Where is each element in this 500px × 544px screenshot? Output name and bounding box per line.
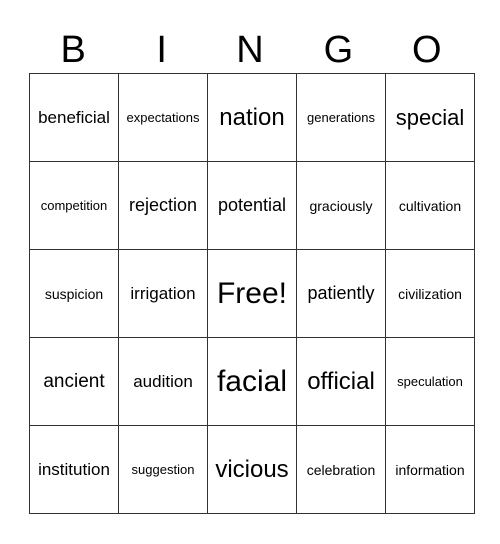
bingo-cell[interactable]: rejection (118, 161, 208, 250)
bingo-cell[interactable]: cultivation (385, 161, 475, 250)
bingo-cell[interactable]: vicious (207, 425, 297, 514)
bingo-cell[interactable]: institution (29, 425, 119, 514)
header-letter-g: G (323, 29, 354, 71)
header-letter-i: I (156, 29, 167, 71)
bingo-cell[interactable]: suspicion (29, 249, 119, 338)
header-letter-o: O (412, 29, 442, 71)
bingo-cell[interactable]: irrigation (118, 249, 208, 338)
bingo-cell[interactable]: suggestion (118, 425, 208, 514)
board-row: institution suggestion vicious celebrati… (29, 425, 475, 514)
bingo-cell[interactable]: civilization (385, 249, 475, 338)
bingo-cell[interactable]: official (296, 337, 386, 426)
header-letter-n: N (236, 29, 264, 71)
board-row: suspicion irrigation Free! patiently civ… (29, 249, 475, 338)
bingo-cell[interactable]: generations (296, 73, 386, 162)
bingo-cell[interactable]: graciously (296, 161, 386, 250)
bingo-board: beneficial expectations nation generatio… (29, 73, 475, 514)
board-row: competition rejection potential gracious… (29, 161, 475, 250)
bingo-cell[interactable]: audition (118, 337, 208, 426)
board-row: beneficial expectations nation generatio… (29, 73, 475, 162)
bingo-cell[interactable]: competition (29, 161, 119, 250)
bingo-cell[interactable]: expectations (118, 73, 208, 162)
bingo-cell[interactable]: facial (207, 337, 297, 426)
header-letter-b: B (60, 29, 86, 71)
bingo-cell[interactable]: information (385, 425, 475, 514)
bingo-header: B I N G O (29, 28, 471, 72)
bingo-cell[interactable]: celebration (296, 425, 386, 514)
bingo-cell[interactable]: patiently (296, 249, 386, 338)
bingo-cell[interactable]: potential (207, 161, 297, 250)
bingo-cell[interactable]: beneficial (29, 73, 119, 162)
free-space-cell[interactable]: Free! (207, 249, 297, 338)
bingo-cell[interactable]: special (385, 73, 475, 162)
bingo-cell[interactable]: ancient (29, 337, 119, 426)
board-row: ancient audition facial official specula… (29, 337, 475, 426)
bingo-cell[interactable]: nation (207, 73, 297, 162)
bingo-cell[interactable]: speculation (385, 337, 475, 426)
